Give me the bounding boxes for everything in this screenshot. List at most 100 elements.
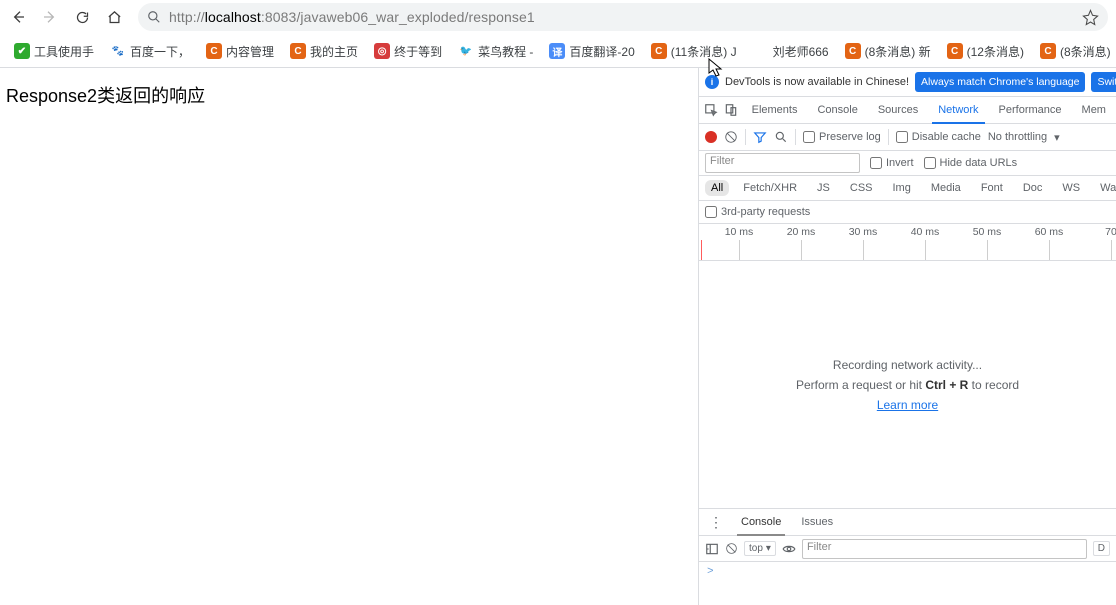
home-button[interactable] [100, 3, 128, 31]
filter-type-css[interactable]: CSS [844, 180, 879, 196]
star-icon [1082, 9, 1099, 26]
forward-button[interactable] [36, 3, 64, 31]
invert-checkbox[interactable]: Invert [870, 157, 914, 169]
hide-data-urls-checkbox[interactable]: Hide data URLs [924, 157, 1018, 169]
bookmark-item[interactable]: C(8条消息) [1034, 40, 1116, 63]
bookmark-item[interactable]: ◎终于等到 [368, 40, 448, 63]
bookmark-label: 工具使用手 [34, 43, 94, 60]
bookmark-item[interactable]: 译百度翻译-20 [543, 40, 640, 63]
filter-type-doc[interactable]: Doc [1017, 180, 1049, 196]
record-button[interactable] [705, 131, 717, 143]
network-timeline[interactable]: 10 ms20 ms30 ms40 ms50 ms60 ms70 [699, 224, 1116, 261]
devtools-tab-sources[interactable]: Sources [868, 97, 928, 123]
bookmarks-bar: ✔工具使用手🐾百度一下，C内容管理C我的主页◎终于等到🐦菜鸟教程 -译百度翻译-… [0, 35, 1116, 68]
reload-icon [75, 10, 90, 25]
home-icon [107, 10, 122, 25]
favicon: C [290, 43, 306, 59]
filter-type-wasm[interactable]: Wasm [1094, 180, 1116, 196]
device-toolbar-button[interactable] [721, 103, 741, 117]
disable-cache-checkbox[interactable]: Disable cache [896, 131, 981, 143]
bookmark-item[interactable]: C(8条消息) 新 [839, 40, 937, 63]
console-prompt[interactable]: > [699, 562, 1116, 582]
third-party-checkbox[interactable]: 3rd-party requests [705, 206, 810, 218]
bookmark-label: 终于等到 [394, 43, 442, 60]
filter-type-img[interactable]: Img [887, 180, 917, 196]
devtools-tab-network[interactable]: Network [928, 97, 988, 123]
search-icon [147, 10, 161, 24]
bookmark-item[interactable]: C(11条消息) J [645, 40, 743, 63]
inspect-element-button[interactable] [701, 103, 721, 117]
filter-type-js[interactable]: JS [811, 180, 836, 196]
timeline-tick-label: 50 ms [973, 226, 1002, 238]
drawer-tab-console[interactable]: Console [731, 509, 791, 535]
network-filter-input[interactable]: Filter [705, 153, 860, 173]
devtools-drawer: ⋮ ConsoleIssues top▾ Filter D [699, 508, 1116, 605]
live-expression-button[interactable] [782, 542, 796, 556]
info-icon: i [705, 75, 719, 89]
arrow-right-icon [42, 9, 58, 25]
network-types-row: AllFetch/XHRJSCSSImgMediaFontDocWSWasmMa… [699, 176, 1116, 201]
favicon: C [651, 43, 667, 59]
timeline-tick-label: 60 ms [1035, 226, 1064, 238]
search-icon [774, 130, 788, 144]
funnel-icon [753, 130, 767, 144]
network-toolbar: Preserve log Disable cache No throttling… [699, 124, 1116, 151]
bookmark-label: (12条消息) [967, 43, 1024, 60]
log-levels-select[interactable]: D [1093, 541, 1110, 556]
throttling-select[interactable]: No throttling [988, 131, 1047, 143]
favicon: ◎ [374, 43, 390, 59]
network-filter-row: Filter Invert Hide data URLs [699, 151, 1116, 176]
third-party-row: 3rd-party requests [699, 201, 1116, 224]
bookmark-item[interactable]: 🐾百度一下， [104, 40, 196, 63]
bookmark-item[interactable]: G刘老师666 [747, 40, 835, 63]
bookmark-item[interactable]: 🐦菜鸟教程 - [452, 40, 539, 63]
page-text: Response2类返回的响应 [6, 86, 205, 106]
bookmark-button[interactable] [1082, 9, 1099, 26]
back-button[interactable] [4, 3, 32, 31]
filter-toggle-button[interactable] [753, 130, 767, 144]
filter-type-font[interactable]: Font [975, 180, 1009, 196]
bookmark-label: 菜鸟教程 - [478, 43, 533, 60]
filter-type-media[interactable]: Media [925, 180, 967, 196]
clear-button[interactable] [724, 130, 738, 144]
timeline-tick-label: 20 ms [787, 226, 816, 238]
address-bar[interactable]: http://localhost:8083/javaweb06_war_expl… [138, 3, 1108, 31]
bookmark-item[interactable]: C(12条消息) [941, 40, 1030, 63]
switch-language-button[interactable]: Switch [1091, 72, 1116, 92]
banner-text: DevTools is now available in Chinese! [725, 76, 909, 88]
timeline-tick-label: 10 ms [725, 226, 754, 238]
console-toolbar: top▾ Filter D [699, 536, 1116, 562]
drawer-more-button[interactable]: ⋮ [705, 514, 727, 531]
favicon: C [947, 43, 963, 59]
bookmark-item[interactable]: C我的主页 [284, 40, 364, 63]
filter-type-all[interactable]: All [705, 180, 729, 196]
url-text: http://localhost:8083/javaweb06_war_expl… [169, 9, 535, 25]
devtools-language-banner: i DevTools is now available in Chinese! … [699, 68, 1116, 97]
devtools-panel: i DevTools is now available in Chinese! … [698, 68, 1116, 605]
devtools-tab-mem[interactable]: Mem [1072, 97, 1116, 123]
filter-type-fetch-xhr[interactable]: Fetch/XHR [737, 180, 803, 196]
drawer-tabs: ⋮ ConsoleIssues [699, 509, 1116, 536]
clear-console-button[interactable] [725, 542, 738, 555]
context-select[interactable]: top▾ [744, 541, 776, 556]
devtools-tab-performance[interactable]: Performance [989, 97, 1072, 123]
recording-text: Recording network activity... [833, 358, 982, 372]
timeline-tick-label: 30 ms [849, 226, 878, 238]
bookmark-label: (8条消息) [1060, 43, 1111, 60]
network-empty-state: Recording network activity... Perform a … [699, 261, 1116, 508]
preserve-log-checkbox[interactable]: Preserve log [803, 131, 881, 143]
bookmark-item[interactable]: ✔工具使用手 [8, 40, 100, 63]
console-sidebar-toggle[interactable] [705, 542, 719, 556]
filter-type-ws[interactable]: WS [1056, 180, 1086, 196]
devtools-tab-elements[interactable]: Elements [742, 97, 808, 123]
devtools-tab-console[interactable]: Console [807, 97, 867, 123]
browser-navbar: http://localhost:8083/javaweb06_war_expl… [0, 0, 1116, 35]
search-button[interactable] [774, 130, 788, 144]
favicon: 🐦 [458, 43, 474, 59]
drawer-tab-issues[interactable]: Issues [791, 509, 843, 535]
reload-button[interactable] [68, 3, 96, 31]
learn-more-link[interactable]: Learn more [877, 398, 938, 412]
match-language-button[interactable]: Always match Chrome's language [915, 72, 1085, 92]
bookmark-item[interactable]: C内容管理 [200, 40, 280, 63]
console-filter-input[interactable]: Filter [802, 539, 1087, 559]
